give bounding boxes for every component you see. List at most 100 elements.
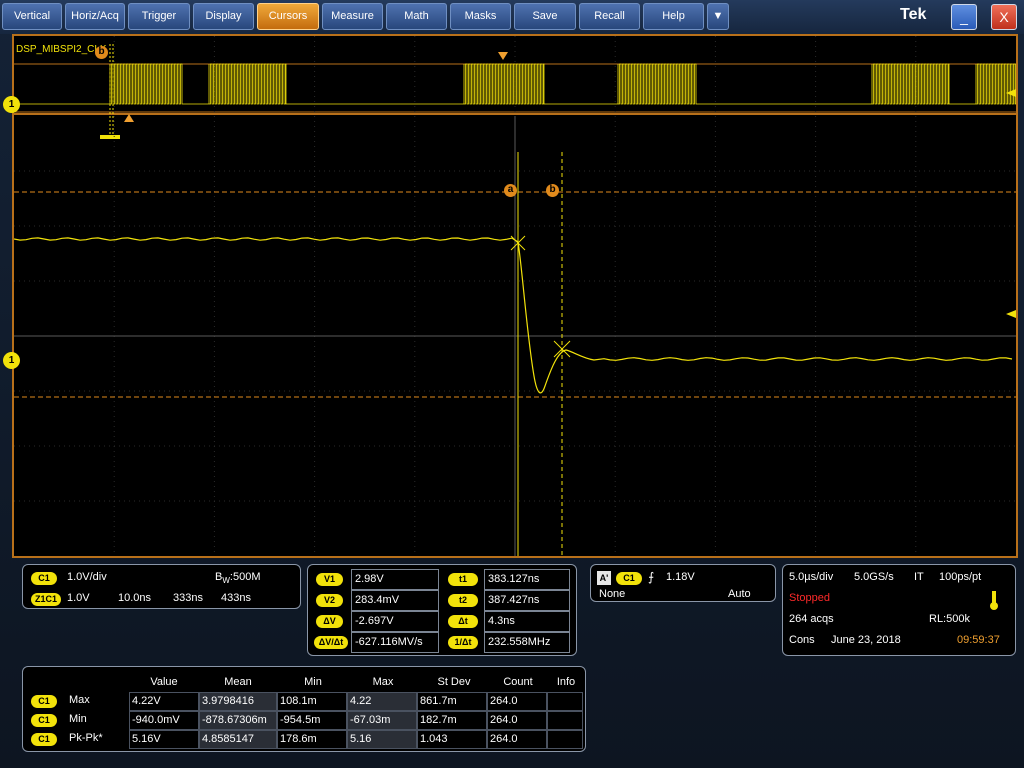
overview-trigger-marker[interactable] <box>124 114 134 122</box>
bandwidth-readout: BW:500M <box>215 571 260 585</box>
measurement-cell: -67.03m <box>347 711 417 730</box>
acq-state: Stopped <box>789 592 830 604</box>
overview-channel-tag[interactable]: 1 <box>3 96 20 113</box>
v1-value: 2.98V <box>351 569 439 590</box>
measurement-cell <box>547 692 583 711</box>
acquisition-readout-panel[interactable]: 5.0µs/div 5.0GS/s IT 100ps/pt Stopped 26… <box>782 564 1016 656</box>
dt-value: 4.3ns <box>484 611 570 632</box>
v1-label: V1 <box>316 573 343 586</box>
measurement-cell: 108.1m <box>277 692 347 711</box>
thermometer-icon <box>990 591 998 610</box>
header-mean: Mean <box>224 676 252 688</box>
header-max: Max <box>372 676 394 688</box>
trigger-coupling: None <box>599 588 626 600</box>
measurement-cell: 264.0 <box>487 730 547 749</box>
menu-math[interactable]: Math <box>386 3 447 30</box>
zoom-scale: 1.0V <box>67 592 90 604</box>
measurement-source-tag[interactable]: C1 <box>31 714 57 727</box>
waveform-svg <box>14 36 1016 556</box>
measurement-cell <box>547 730 583 749</box>
measurement-cell: 1.043 <box>417 730 487 749</box>
resolution: 100ps/pt <box>939 571 982 583</box>
measurement-table[interactable]: Value Mean Min Max St Dev Count Info C1 M… <box>22 666 586 752</box>
dvdt-value: -627.116MV/s <box>351 632 439 653</box>
measurement-source-tag[interactable]: C1 <box>31 733 57 746</box>
header-count: Count <box>503 676 533 688</box>
measurement-cell <box>547 711 583 730</box>
trigger-mode: Auto <box>728 588 751 600</box>
measurement-name: Max <box>69 694 90 706</box>
measurement-cell: 182.7m <box>417 711 487 730</box>
trigger-source-tag[interactable]: C1 <box>616 572 642 585</box>
channel1-trace <box>14 237 1013 394</box>
acq-mode: IT <box>914 571 924 583</box>
zoom-time: 10.0ns <box>118 592 152 604</box>
cons-label: Cons <box>789 634 815 646</box>
zoom-pos1: 333ns <box>173 592 203 604</box>
menu-cursors[interactable]: Cursors <box>257 3 319 30</box>
bw-value: :500M <box>229 571 261 583</box>
header-stdev: St Dev <box>437 676 471 688</box>
dv-label: ΔV <box>316 615 343 628</box>
measurement-cell: 264.0 <box>487 711 547 730</box>
zoom-pos2: 433ns <box>221 592 251 604</box>
t2-label: t2 <box>448 594 478 607</box>
menu-help[interactable]: Help <box>643 3 704 30</box>
c1-tag[interactable]: C1 <box>31 572 57 585</box>
trigger-slope-icon: ⨍ <box>648 570 655 584</box>
inv-dt-value: 232.558MHz <box>484 632 570 653</box>
measurement-cell: 861.7m <box>417 692 487 711</box>
zoom-c1-tag[interactable]: Z1C1 <box>31 593 61 606</box>
measurement-cell: 5.16V <box>129 730 199 749</box>
t1-value: 383.127ns <box>484 569 570 590</box>
c1-scale: 1.0V/div <box>67 571 107 583</box>
t1-label: t1 <box>448 573 478 586</box>
timebase: 5.0µs/div <box>789 571 834 583</box>
menu-vertical[interactable]: Vertical <box>2 3 62 30</box>
sample-rate: 5.0GS/s <box>854 571 894 583</box>
trigger-level: 1.18V <box>666 571 695 583</box>
menu-measure[interactable]: Measure <box>322 3 383 30</box>
menu-masks[interactable]: Masks <box>450 3 511 30</box>
oscilloscope-app: Vertical Horiz/Acq Trigger Display Curso… <box>0 0 1024 768</box>
trigger-a-tag[interactable]: A' <box>597 571 611 585</box>
close-button[interactable]: X <box>991 4 1017 30</box>
header-value: Value <box>150 676 178 688</box>
measurement-cell: 4.8585147 <box>199 730 277 749</box>
menu-display[interactable]: Display <box>193 3 254 30</box>
channel-readout-panel[interactable]: C1 1.0V/div BW:500M Z1C1 1.0V 10.0ns 333… <box>22 564 301 609</box>
trigger-level-marker[interactable] <box>1006 310 1016 318</box>
measurement-name: Min <box>69 713 87 725</box>
measurement-source-tag[interactable]: C1 <box>31 695 57 708</box>
brand-logo: Tek <box>900 6 927 23</box>
menu-dropdown-icon[interactable]: ▼ <box>707 3 729 30</box>
channel-1-tag[interactable]: 1 <box>3 352 20 369</box>
menu-bar: Vertical Horiz/Acq Trigger Display Curso… <box>0 0 1024 34</box>
trigger-readout-panel[interactable]: A' C1 ⨍ 1.18V None Auto <box>590 564 776 602</box>
cursor-a-tag[interactable]: a <box>504 184 517 197</box>
cursor-b-tag[interactable]: b <box>546 184 559 197</box>
cursor-readout-panel[interactable]: V1 2.98V V2 283.4mV ΔV -2.697V ΔV/Δt -62… <box>307 564 577 656</box>
overview-zoom-bar[interactable] <box>100 135 120 139</box>
measurement-cell: 5.16 <box>347 730 417 749</box>
measurement-cell: 3.9798416 <box>199 692 277 711</box>
acq-date: June 23, 2018 <box>831 634 901 646</box>
dvdt-label: ΔV/Δt <box>314 636 348 649</box>
measurement-cell: -940.0mV <box>129 711 199 730</box>
minimize-button[interactable]: _ <box>951 4 977 30</box>
menu-save[interactable]: Save <box>514 3 576 30</box>
menu-trigger[interactable]: Trigger <box>128 3 190 30</box>
inv-dt-label: 1/Δt <box>448 636 478 649</box>
measurement-cell: 4.22 <box>347 692 417 711</box>
dt-label: Δt <box>448 615 478 628</box>
menu-horiz-acq[interactable]: Horiz/Acq <box>65 3 125 30</box>
measurement-cell: 264.0 <box>487 692 547 711</box>
record-length: RL:500k <box>929 613 970 625</box>
waveform-display[interactable]: DSP_MIBSPI2_CLK 1 1 b a b <box>3 34 1018 558</box>
menu-recall[interactable]: Recall <box>579 3 640 30</box>
t2-value: 387.427ns <box>484 590 570 611</box>
overview-cursor-b-tag[interactable]: b <box>95 46 108 59</box>
header-info: Info <box>556 676 576 688</box>
dv-value: -2.697V <box>351 611 439 632</box>
v2-label: V2 <box>316 594 343 607</box>
